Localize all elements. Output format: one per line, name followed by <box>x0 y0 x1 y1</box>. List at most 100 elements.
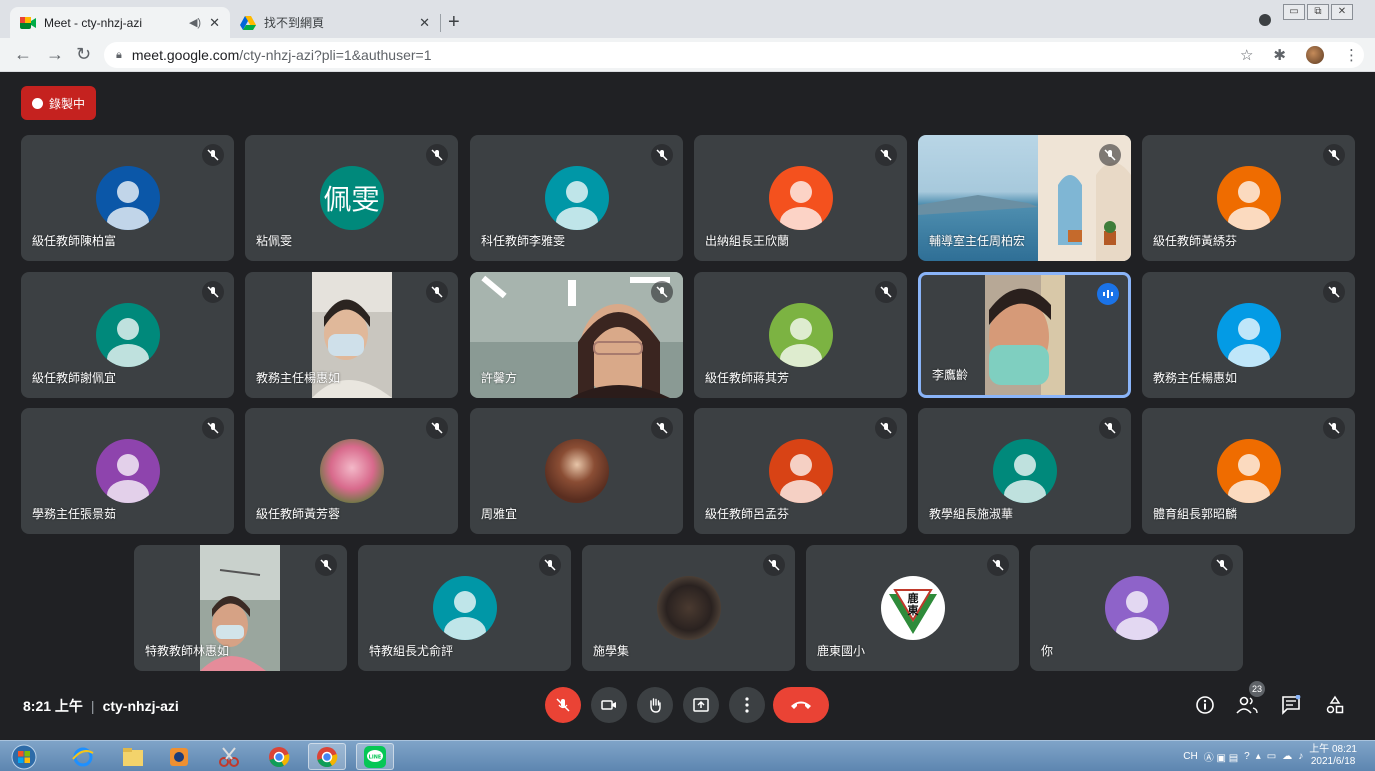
tab-not-found[interactable]: 找不到網頁 ✕ <box>230 7 440 38</box>
participant-name: 教務主任楊惠如 <box>1153 371 1238 385</box>
avatar <box>768 166 833 230</box>
participant-tile[interactable]: 出納組長王欣蘭 <box>694 135 907 261</box>
people-icon <box>1236 696 1258 714</box>
close-icon[interactable]: ✕ <box>419 15 430 31</box>
meeting-info-button[interactable] <box>1193 693 1217 717</box>
mic-off-icon <box>651 281 673 303</box>
forward-icon[interactable]: → <box>46 44 64 64</box>
media-player-icon[interactable] <box>160 743 198 770</box>
star-icon[interactable]: ☆ <box>1240 46 1253 64</box>
tray-expand-icon[interactable]: ▴ <box>1256 751 1261 762</box>
participant-tile[interactable]: 施學集 <box>582 545 795 671</box>
chrome-active-icon[interactable] <box>308 743 346 770</box>
avatar <box>95 166 160 230</box>
explorer-icon[interactable] <box>114 743 152 770</box>
line-app-icon[interactable]: LINE <box>356 743 394 770</box>
participant-count-badge: 23 <box>1249 681 1265 697</box>
system-clock[interactable]: 上午 08:21 2021/6/18 <box>1309 744 1357 768</box>
mic-off-icon <box>426 281 448 303</box>
profile-avatar[interactable] <box>1306 46 1324 64</box>
url-path: /cty-nhzj-azi?pli=1&authuser=1 <box>239 47 432 63</box>
recording-badge[interactable]: 錄製中 <box>21 86 96 120</box>
activities-button[interactable] <box>1323 693 1347 717</box>
participant-tile[interactable]: 特教教師林惠如 <box>134 545 347 671</box>
restore-icon[interactable]: ⧉ <box>1307 4 1329 20</box>
network-icon[interactable]: ▭ <box>1267 751 1276 762</box>
participant-tile[interactable]: 特教組長尤俞評 <box>358 545 571 671</box>
menu-icon[interactable]: ⋮ <box>1344 46 1359 64</box>
mic-off-icon <box>651 417 673 439</box>
participant-name: 級任教師黃綉芬 <box>1153 234 1238 248</box>
profile-icon[interactable] <box>1259 14 1271 26</box>
participant-tile[interactable]: 許馨方 <box>470 272 683 398</box>
volume-icon[interactable]: ♪ <box>1298 751 1303 762</box>
mic-toggle-button[interactable] <box>545 687 581 723</box>
minimize-icon[interactable]: ▭ <box>1283 4 1305 20</box>
raise-hand-button[interactable] <box>637 687 673 723</box>
mic-off-icon <box>556 698 570 712</box>
participant-tile[interactable]: 級任教師呂孟芬 <box>694 408 907 534</box>
meeting-code: cty-nhzj-azi <box>102 698 179 714</box>
speaker-icon[interactable]: ◀) <box>189 16 201 29</box>
participant-name: 學務主任張景茹 <box>32 507 117 521</box>
participant-tile[interactable]: 教務主任楊惠如 <box>1142 272 1355 398</box>
extensions-icon[interactable]: ✱ <box>1273 46 1286 64</box>
participant-name: 施學集 <box>593 644 630 658</box>
participant-tile[interactable]: 體育組長郭昭麟 <box>1142 408 1355 534</box>
reload-icon[interactable]: ↻ <box>76 44 91 64</box>
participant-tile[interactable]: 佩雯 粘佩雯 <box>245 135 458 261</box>
participant-tile[interactable]: 級任教師黃芳蓉 <box>245 408 458 534</box>
help-icon[interactable]: ? <box>1244 751 1250 762</box>
close-icon[interactable]: ✕ <box>209 15 220 31</box>
participant-tile[interactable]: 輔導室主任周柏宏 <box>918 135 1131 261</box>
present-button[interactable] <box>683 687 719 723</box>
drive-icon <box>240 15 256 31</box>
avatar <box>544 166 609 230</box>
toolbar-icons: ☆ ✱ ⋮ <box>1240 46 1359 64</box>
participant-tile[interactable]: 鹿 東 鹿東國小 <box>806 545 1019 671</box>
participant-tile[interactable]: 教學組長施淑華 <box>918 408 1131 534</box>
participant-tile[interactable]: 李鷹齡 <box>918 272 1131 398</box>
cloud-icon[interactable]: ☁ <box>1282 751 1292 762</box>
tab-meet[interactable]: Meet - cty-nhzj-azi ◀) ✕ <box>10 7 230 38</box>
hang-up-icon <box>791 701 811 709</box>
rose-photo <box>319 439 384 503</box>
present-icon <box>693 698 709 712</box>
participant-tile[interactable]: 級任教師謝佩宜 <box>21 272 234 398</box>
person-photo <box>544 439 609 503</box>
participant-tile[interactable]: 周雅宜 <box>470 408 683 534</box>
participant-name: 李鷹齡 <box>932 368 969 382</box>
meet-control-bar: 8:21 上午 | cty-nhzj-azi <box>0 675 1375 737</box>
more-options-button[interactable] <box>729 687 765 723</box>
participant-tile[interactable]: 你 <box>1030 545 1243 671</box>
mic-off-icon <box>202 281 224 303</box>
mic-off-icon <box>987 554 1009 576</box>
close-window-icon[interactable]: ✕ <box>1331 4 1353 20</box>
camera-toggle-button[interactable] <box>591 687 627 723</box>
snipping-tool-icon[interactable] <box>210 743 248 770</box>
chrome-icon[interactable] <box>260 743 298 770</box>
participant-tile[interactable]: 級任教師黃綉芬 <box>1142 135 1355 261</box>
participant-name: 教學組長施淑華 <box>929 507 1014 521</box>
new-tab-button[interactable]: + <box>448 12 460 32</box>
ime-indicator[interactable]: CH <box>1183 751 1197 762</box>
leave-call-button[interactable] <box>773 687 829 723</box>
ie-icon[interactable] <box>64 743 102 770</box>
avatar <box>432 576 497 640</box>
participant-name: 粘佩雯 <box>256 234 293 248</box>
svg-text:LINE: LINE <box>369 754 382 760</box>
chat-button[interactable] <box>1279 693 1303 717</box>
participant-tile[interactable]: 級任教師蔣其芳 <box>694 272 907 398</box>
mic-off-icon <box>875 144 897 166</box>
participant-tile[interactable]: 學務主任張景茹 <box>21 408 234 534</box>
camera-icon <box>601 700 616 710</box>
back-icon[interactable]: ← <box>14 44 32 64</box>
participant-tile[interactable]: 級任教師陳柏富 <box>21 135 234 261</box>
participant-tile[interactable]: 教務主任楊惠如 <box>245 272 458 398</box>
participant-tile[interactable]: 科任教師李雅雯 <box>470 135 683 261</box>
url-field[interactable]: 🔒︎ meet.google.com/cty-nhzj-azi?pli=1&au… <box>104 42 1364 68</box>
participant-name: 輔導室主任周柏宏 <box>929 234 1026 248</box>
start-button[interactable] <box>4 743 44 770</box>
participant-name: 教務主任楊惠如 <box>256 371 341 385</box>
language-bar-icon[interactable]: Ⓐ ▣ ▤ <box>1204 749 1238 764</box>
